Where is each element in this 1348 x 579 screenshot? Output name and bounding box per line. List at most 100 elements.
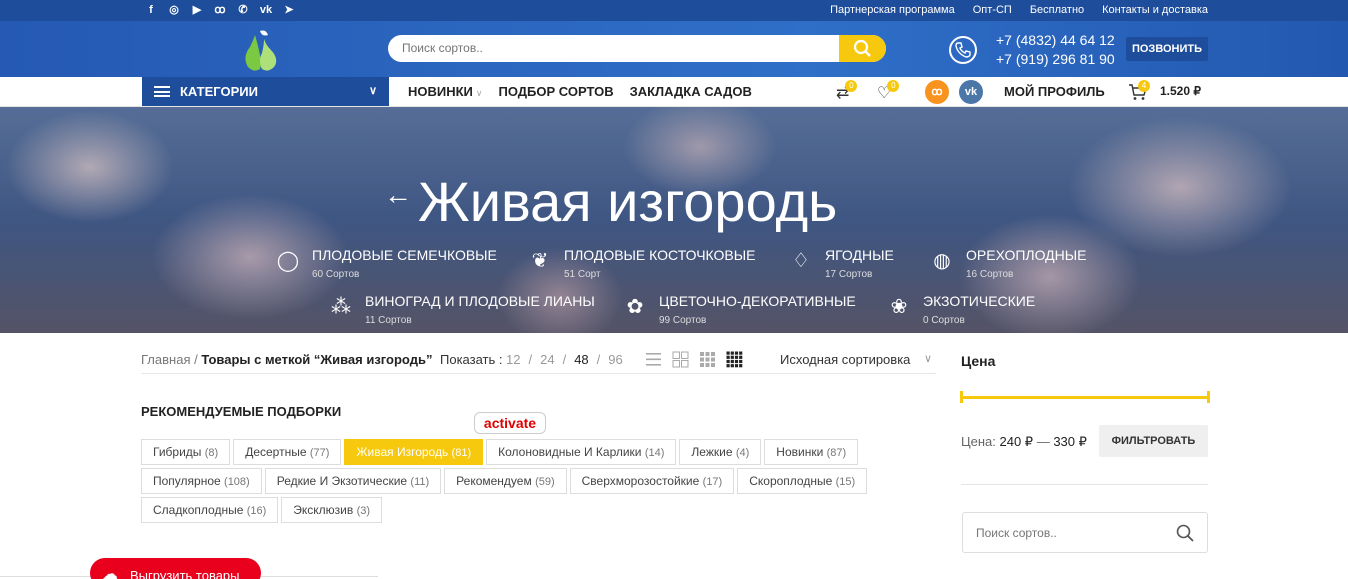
upload-products-button[interactable]: ☁ Выгрузить товары (90, 558, 261, 579)
hero-category-count: 11 Сортов (365, 315, 412, 326)
tag-new[interactable]: Новинки (87) (764, 439, 859, 465)
tag-columnar[interactable]: Колоновидные И Карлики (14) (486, 439, 677, 465)
tag-rare-exotic[interactable]: Редкие И Экзотические (11) (264, 468, 442, 494)
tag-label: Сладкоплодные (153, 503, 244, 517)
cherry-icon: ❦ (531, 250, 549, 272)
tag-early-fruiting[interactable]: Скороплодные (15) (737, 468, 868, 494)
tag-sweet[interactable]: Сладкоплодные (16) (141, 497, 279, 523)
tag-recommended[interactable]: Рекомендуем (59) (444, 468, 567, 494)
cart-button[interactable]: 4 (1128, 80, 1150, 106)
pear-logo[interactable] (240, 27, 282, 73)
price-slider-track[interactable] (961, 396, 1210, 399)
hero-category-name: ВИНОГРАД И ПЛОДОВЫЕ ЛИАНЫ (365, 293, 595, 309)
tag-label: Редкие И Экзотические (276, 474, 408, 488)
nav-link-new[interactable]: НОВИНКИ ∨ (408, 84, 483, 99)
per-page-separator: / (562, 352, 567, 367)
call-button[interactable]: ПОЗВОНИТЬ (1126, 37, 1208, 61)
header-search-button[interactable] (839, 35, 886, 62)
nav-bar: КАТЕГОРИИ ∨ НОВИНКИ ∨ ПОДБОР СОРТОВ ЗАКЛА… (0, 77, 1348, 107)
tag-exclusive[interactable]: Эксклюзив (3) (281, 497, 383, 523)
main-nav: НОВИНКИ ∨ ПОДБОР СОРТОВ ЗАКЛАДКА САДОВ (408, 84, 752, 99)
price-slider-min-handle[interactable] (960, 391, 963, 403)
tag-label: Десертные (245, 445, 307, 459)
tag-count: (3) (356, 505, 371, 517)
per-page-48[interactable]: 48 (574, 352, 588, 367)
breadcrumb-home[interactable]: Главная (141, 352, 190, 367)
price-slider-max-handle[interactable] (1207, 391, 1210, 403)
vk-icon[interactable]: vk (259, 3, 273, 17)
sort-select[interactable]: Исходная сортировка ∨ (776, 346, 936, 374)
hero-banner: ← Живая изгородь ◯ ПЛОДОВЫЕ СЕМЕЧКОВЫЕ 6… (0, 107, 1348, 333)
youtube-icon[interactable]: ▶ (190, 3, 204, 17)
price-max-value: 330 ₽ (1053, 434, 1087, 449)
tag-dessert[interactable]: Десертные (77) (233, 439, 342, 465)
categories-button[interactable]: КАТЕГОРИИ ∨ (142, 77, 389, 106)
wishlist-button[interactable]: ♡ 0 (877, 80, 900, 103)
vk-login-icon[interactable]: vk (959, 80, 983, 104)
tag-hedge[interactable]: Живая Изгородь (81) (344, 439, 484, 465)
compare-button[interactable]: ⇄ 0 (836, 80, 858, 103)
strawberry-icon: ♢ (792, 250, 810, 272)
search-icon[interactable] (1175, 523, 1195, 543)
top-link-contacts[interactable]: Контакты и доставка (1102, 4, 1208, 16)
per-page-12[interactable]: 12 (506, 352, 520, 367)
my-profile-link[interactable]: МОЙ ПРОФИЛЬ (1004, 84, 1105, 99)
cloud-upload-icon: ☁ (102, 566, 118, 579)
header-search-input[interactable] (402, 41, 832, 55)
tag-hybrids[interactable]: Гибриды (8) (141, 439, 231, 465)
hero-category-count: 0 Сортов (923, 315, 965, 326)
categories-label: КАТЕГОРИИ (180, 84, 258, 99)
tag-count: (16) (246, 505, 267, 517)
hero-category-name: ЦВЕТОЧНО-ДЕКОРАТИВНЫЕ (659, 293, 856, 309)
tag-label: Лежкие (691, 445, 733, 459)
per-page-96[interactable]: 96 (608, 352, 622, 367)
per-page-label: Показать : (440, 352, 503, 367)
tag-frost-resistant[interactable]: Сверхморозостойкие (17) (569, 468, 735, 494)
instagram-icon[interactable]: ◎ (167, 3, 181, 17)
tag-count: (15) (835, 476, 856, 488)
top-link-free[interactable]: Бесплатно (1030, 4, 1084, 16)
facebook-icon[interactable]: f (144, 3, 158, 17)
tag-storable[interactable]: Лежкие (4) (679, 439, 762, 465)
top-link-partner[interactable]: Партнерская программа (830, 4, 955, 16)
telegram-icon[interactable]: ➤ (282, 3, 296, 17)
sidebar-search-input[interactable] (976, 526, 1166, 540)
per-page-separator: / (596, 352, 601, 367)
hero-category-count: 60 Сортов (312, 269, 360, 280)
tag-popular[interactable]: Популярное (108) (141, 468, 262, 494)
grid-3-view-icon[interactable] (699, 351, 716, 368)
per-page-24[interactable]: 24 (540, 352, 554, 367)
sidebar-search (962, 512, 1208, 553)
tag-label: Рекомендуем (456, 474, 532, 488)
list-view-icon[interactable] (645, 351, 662, 368)
price-range-label: Цена: (961, 434, 996, 449)
phone-number-2[interactable]: +7 (919) 296 81 90 (996, 50, 1115, 69)
nav-link-selection[interactable]: ПОДБОР СОРТОВ (499, 84, 614, 99)
hero-category-count: 17 Сортов (825, 269, 873, 280)
compare-badge: 0 (845, 80, 858, 92)
cart-total[interactable]: 1.520 ₽ (1160, 84, 1201, 98)
whatsapp-icon[interactable]: ✆ (236, 3, 250, 17)
odnoklassniki-login-icon[interactable]: ꝏ (925, 80, 949, 104)
tag-row: Популярное (108) Редкие И Экзотические (… (141, 468, 901, 494)
hero-category-count: 16 Сортов (966, 269, 1014, 280)
top-link-wholesale[interactable]: Опт-СП (973, 4, 1012, 16)
hero-category-name: ЯГОДНЫЕ (825, 247, 894, 263)
price-min-value: 240 ₽ (999, 434, 1034, 449)
tag-cloud: Гибриды (8) Десертные (77) Живая Изгород… (141, 439, 901, 526)
sort-select-value: Исходная сортировка (780, 352, 911, 367)
nav-link-garden[interactable]: ЗАКЛАДКА САДОВ (630, 84, 752, 99)
phone-number-1[interactable]: +7 (4832) 44 64 12 (996, 31, 1115, 50)
hero-category-count: 99 Сортов (659, 315, 707, 326)
odnoklassniki-icon[interactable]: ꝏ (213, 3, 227, 17)
phone-icon (949, 36, 977, 64)
apple-icon: ◯ (276, 250, 300, 272)
header: +7 (4832) 44 64 12 +7 (919) 296 81 90 ПО… (0, 21, 1348, 77)
grid-2-view-icon[interactable] (672, 351, 689, 368)
tag-count: (14) (644, 447, 665, 459)
back-arrow-icon[interactable]: ← (384, 179, 412, 211)
recommended-title: РЕКОМЕНДУЕМЫЕ ПОДБОРКИ (141, 404, 342, 419)
filter-button[interactable]: ФИЛЬТРОВАТЬ (1099, 425, 1208, 457)
grid-4-view-icon[interactable] (726, 351, 743, 368)
hero-category-name: ОРЕХОПЛОДНЫЕ (966, 247, 1087, 263)
